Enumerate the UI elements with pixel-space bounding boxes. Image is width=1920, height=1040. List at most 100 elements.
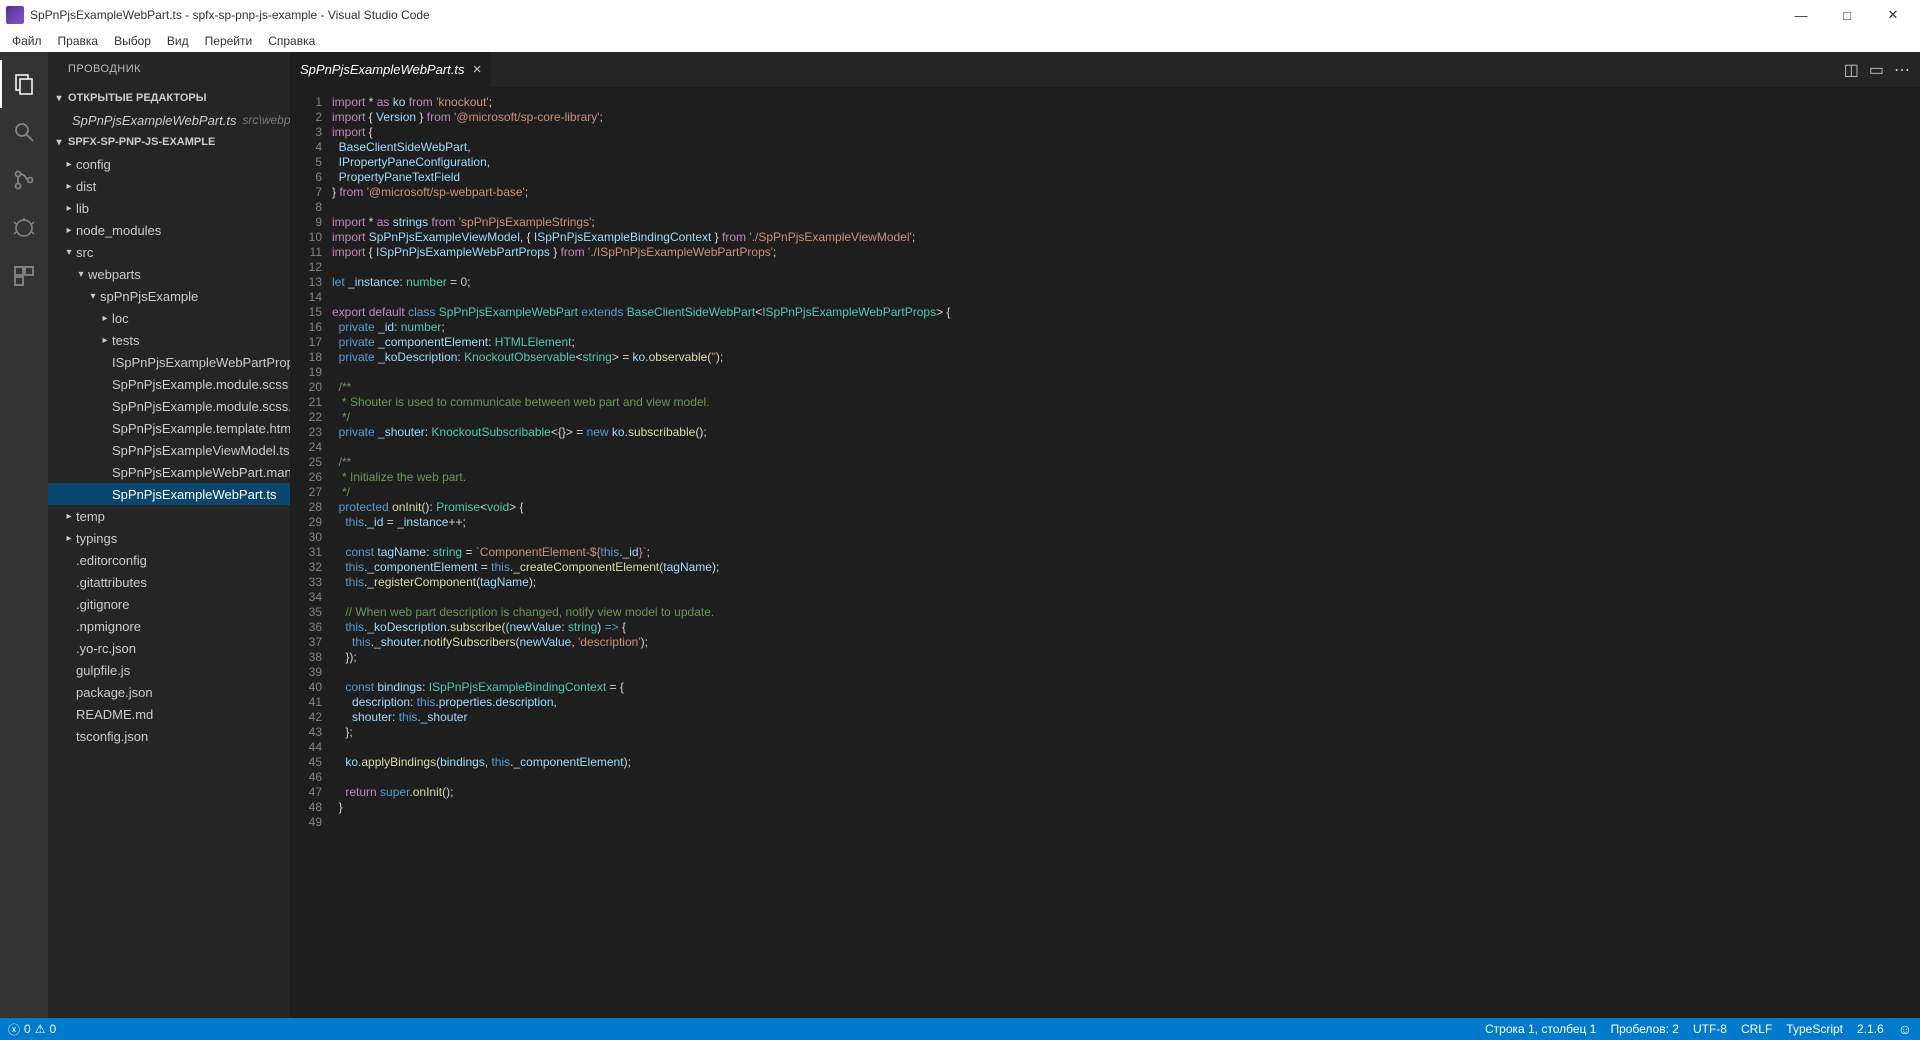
tree-item-label: spPnPjsExample xyxy=(100,289,198,304)
tree-folder[interactable]: ▸temp xyxy=(48,505,290,527)
open-editors-header[interactable]: ▾ОТКРЫТЫЕ РЕДАКТОРЫ xyxy=(48,87,290,109)
status-linecol[interactable]: Строка 1, столбец 1 xyxy=(1485,1018,1596,1040)
activitybar xyxy=(0,52,48,1018)
chevron-icon: ▾ xyxy=(86,291,100,302)
tree-item-label: config xyxy=(76,157,111,172)
activity-debug-icon[interactable] xyxy=(0,204,48,252)
chevron-icon: ▸ xyxy=(98,335,112,346)
tree-item-label: .editorconfig xyxy=(76,553,147,568)
tree-file[interactable]: .editorconfig xyxy=(48,549,290,571)
menu-go[interactable]: Перейти xyxy=(197,30,261,52)
tabs-bar: SpPnPjsExampleWebPart.ts × ◫ ▭ ⋯ xyxy=(290,52,1920,87)
chevron-icon: ▸ xyxy=(62,225,76,236)
warning-icon: ⚠ xyxy=(35,1022,46,1036)
tree-item-label: tests xyxy=(112,333,139,348)
line-number-gutter: 1234567891011121314151617181920212223242… xyxy=(290,87,332,1018)
tree-folder[interactable]: ▸dist xyxy=(48,175,290,197)
tree-item-label: SpPnPjsExample.module.scss.ts xyxy=(112,399,290,414)
tree-item-label: .yo-rc.json xyxy=(76,641,136,656)
tree-item-label: node_modules xyxy=(76,223,161,238)
chevron-icon: ▸ xyxy=(98,313,112,324)
status-language[interactable]: TypeScript xyxy=(1786,1018,1843,1040)
chevron-icon: ▸ xyxy=(62,203,76,214)
tree-file[interactable]: package.json xyxy=(48,681,290,703)
activity-explorer-icon[interactable] xyxy=(0,60,48,108)
split-editor-icon[interactable]: ◫ xyxy=(1844,60,1859,80)
tree-folder[interactable]: ▸lib xyxy=(48,197,290,219)
toggle-layout-icon[interactable]: ▭ xyxy=(1869,60,1884,80)
more-actions-icon[interactable]: ⋯ xyxy=(1894,60,1910,80)
tree-file[interactable]: SpPnPjsExample.template.html xyxy=(48,417,290,439)
tree-folder[interactable]: ▸node_modules xyxy=(48,219,290,241)
tree-item-label: package.json xyxy=(76,685,153,700)
tree-file[interactable]: .npmignore xyxy=(48,615,290,637)
tree-item-label: SpPnPjsExampleWebPart.ts xyxy=(112,487,277,502)
chevron-icon: ▾ xyxy=(62,247,76,258)
tree-folder[interactable]: ▸tests xyxy=(48,329,290,351)
editor-body[interactable]: 1234567891011121314151617181920212223242… xyxy=(290,87,1920,1018)
folder-header[interactable]: ▾SPFX-SP-PNP-JS-EXAMPLE xyxy=(48,131,290,153)
main-area: ПРОВОДНИК ▾ОТКРЫТЫЕ РЕДАКТОРЫ SpPnPjsExa… xyxy=(0,52,1920,1018)
error-icon: ⓧ xyxy=(8,1021,20,1038)
minimize-button[interactable]: — xyxy=(1778,0,1824,30)
tree-file[interactable]: SpPnPjsExampleViewModel.ts xyxy=(48,439,290,461)
tree-file[interactable]: SpPnPjsExampleWebPart.manifest.json xyxy=(48,461,290,483)
code-content[interactable]: import * as ko from 'knockout';import { … xyxy=(332,87,1830,1018)
tab-label: SpPnPjsExampleWebPart.ts xyxy=(300,62,465,77)
tree-item-label: SpPnPjsExample.module.scss xyxy=(112,377,288,392)
tree-folder[interactable]: ▸loc xyxy=(48,307,290,329)
status-indent[interactable]: Пробелов: 2 xyxy=(1610,1018,1679,1040)
tree-folder[interactable]: ▾spPnPjsExample xyxy=(48,285,290,307)
tab-current[interactable]: SpPnPjsExampleWebPart.ts × xyxy=(290,52,492,87)
menu-view[interactable]: Вид xyxy=(159,30,197,52)
tree-file[interactable]: tsconfig.json xyxy=(48,725,290,747)
tree-item-label: SpPnPjsExampleWebPart.manifest.json xyxy=(112,465,290,480)
menubar: Файл Правка Выбор Вид Перейти Справка xyxy=(0,30,1920,52)
minimap[interactable] xyxy=(1830,87,1920,1018)
tree-item-label: gulpfile.js xyxy=(76,663,130,678)
explorer-title: ПРОВОДНИК xyxy=(48,52,290,87)
tree-item-label: .gitattributes xyxy=(76,575,147,590)
menu-help[interactable]: Справка xyxy=(260,30,323,52)
tree-file[interactable]: SpPnPjsExampleWebPart.ts xyxy=(48,483,290,505)
close-button[interactable]: ✕ xyxy=(1870,0,1916,30)
tab-actions: ◫ ▭ ⋯ xyxy=(1834,52,1920,87)
tree-folder[interactable]: ▸config xyxy=(48,153,290,175)
tree-file[interactable]: README.md xyxy=(48,703,290,725)
menu-edit[interactable]: Правка xyxy=(50,30,107,52)
feedback-icon[interactable]: ☺ xyxy=(1898,1018,1912,1040)
chevron-icon: ▸ xyxy=(62,533,76,544)
tree-folder[interactable]: ▾src xyxy=(48,241,290,263)
maximize-button[interactable]: □ xyxy=(1824,0,1870,30)
sidebar-explorer: ПРОВОДНИК ▾ОТКРЫТЫЕ РЕДАКТОРЫ SpPnPjsExa… xyxy=(48,52,290,1018)
tree-file[interactable]: .gitignore xyxy=(48,593,290,615)
tree-item-label: .gitignore xyxy=(76,597,129,612)
activity-scm-icon[interactable] xyxy=(0,156,48,204)
activity-search-icon[interactable] xyxy=(0,108,48,156)
menu-selection[interactable]: Выбор xyxy=(106,30,159,52)
status-version[interactable]: 2.1.6 xyxy=(1857,1018,1884,1040)
activity-extensions-icon[interactable] xyxy=(0,252,48,300)
tree-item-label: README.md xyxy=(76,707,153,722)
status-errors[interactable]: ⓧ0 ⚠0 xyxy=(8,1018,56,1040)
tree-folder[interactable]: ▾webparts xyxy=(48,263,290,285)
tree-file[interactable]: SpPnPjsExample.module.scss xyxy=(48,373,290,395)
menu-file[interactable]: Файл xyxy=(4,30,50,52)
file-tree: ▸config▸dist▸lib▸node_modules▾src▾webpar… xyxy=(48,153,290,747)
status-eol[interactable]: CRLF xyxy=(1741,1018,1772,1040)
tree-file[interactable]: gulpfile.js xyxy=(48,659,290,681)
chevron-icon: ▸ xyxy=(62,159,76,170)
open-editor-item[interactable]: SpPnPjsExampleWebPart.ts src\webparts\sp… xyxy=(48,109,290,131)
tree-folder[interactable]: ▸typings xyxy=(48,527,290,549)
tree-item-label: src xyxy=(76,245,93,260)
chevron-icon: ▾ xyxy=(74,269,88,280)
tree-file[interactable]: ISpPnPjsExampleWebPartProps.ts xyxy=(48,351,290,373)
tree-item-label: ISpPnPjsExampleWebPartProps.ts xyxy=(112,355,290,370)
status-encoding[interactable]: UTF-8 xyxy=(1693,1018,1727,1040)
tree-file[interactable]: .gitattributes xyxy=(48,571,290,593)
tab-close-icon[interactable]: × xyxy=(473,62,482,77)
tree-item-label: SpPnPjsExampleViewModel.ts xyxy=(112,443,290,458)
tree-file[interactable]: SpPnPjsExample.module.scss.ts xyxy=(48,395,290,417)
editor-area: SpPnPjsExampleWebPart.ts × ◫ ▭ ⋯ 1234567… xyxy=(290,52,1920,1018)
tree-file[interactable]: .yo-rc.json xyxy=(48,637,290,659)
